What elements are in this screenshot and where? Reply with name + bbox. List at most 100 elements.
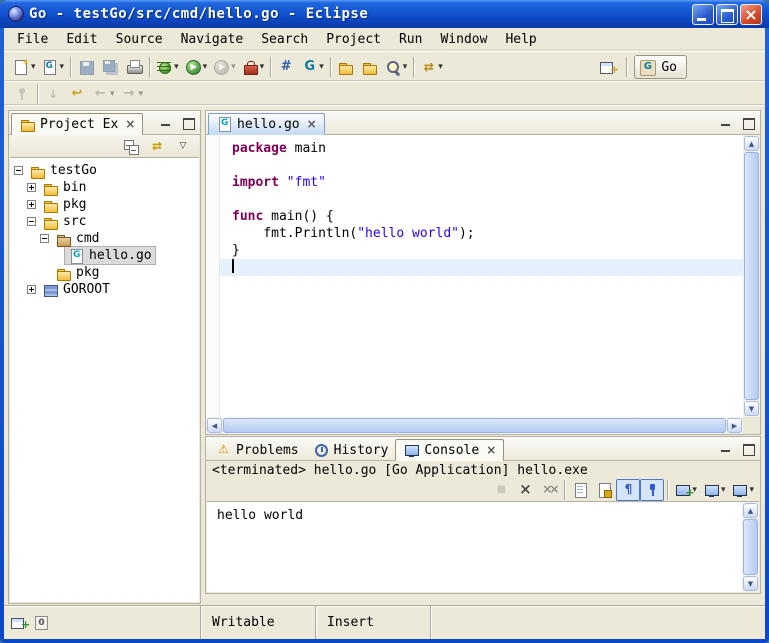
- tree-item[interactable]: pkg: [52, 264, 102, 281]
- tree-expander-icon[interactable]: [27, 285, 36, 294]
- menu-help[interactable]: Help: [496, 29, 545, 50]
- dropdown-arrow-icon[interactable]: ▾: [139, 89, 144, 99]
- dropdown-arrow-icon[interactable]: ▾: [403, 62, 408, 72]
- scroll-lock-button[interactable]: [592, 479, 616, 501]
- scrollbar-thumb[interactable]: [744, 152, 759, 400]
- dropdown-arrow-icon[interactable]: ▾: [31, 62, 36, 72]
- fast-view-icon[interactable]: [10, 615, 27, 631]
- code-line[interactable]: package main: [220, 140, 743, 157]
- tree-row[interactable]: src: [10, 213, 199, 230]
- menu-search[interactable]: Search: [252, 29, 317, 50]
- dropdown-arrow-icon[interactable]: ▾: [231, 62, 236, 72]
- minimize-console-button[interactable]: [716, 441, 735, 456]
- tab-problems[interactable]: Problems: [208, 439, 306, 461]
- back-button[interactable]: ▾: [89, 83, 118, 105]
- new-go-app-button[interactable]: [274, 56, 298, 78]
- tree-item[interactable]: hello.go: [65, 247, 155, 264]
- tree-item[interactable]: src: [39, 213, 89, 230]
- code-line[interactable]: import "fmt": [220, 174, 743, 191]
- menu-project[interactable]: Project: [317, 29, 390, 50]
- go-perspective-button[interactable]: Go: [634, 55, 687, 79]
- maximize-editor-button[interactable]: [738, 115, 757, 130]
- editor-body[interactable]: package mainimport "fmt"func main() { fm…: [206, 135, 760, 434]
- go-wizard-button[interactable]: ▾: [298, 56, 327, 78]
- new-console-view-button[interactable]: ▾: [728, 479, 757, 501]
- last-edit-location-button[interactable]: [65, 83, 89, 105]
- tree-expander-icon[interactable]: [40, 234, 49, 243]
- tree-item[interactable]: cmd: [52, 230, 102, 247]
- remove-all-button[interactable]: [537, 479, 561, 501]
- editor-horizontal-scrollbar[interactable]: [206, 417, 743, 434]
- menu-navigate[interactable]: Navigate: [172, 29, 253, 50]
- new-wizard-button[interactable]: ▾: [10, 56, 39, 78]
- code-line[interactable]: fmt.Println("hello world");: [220, 225, 743, 242]
- menu-edit[interactable]: Edit: [57, 29, 106, 50]
- dropdown-arrow-icon[interactable]: ▾: [110, 89, 115, 99]
- console-vertical-scrollbar[interactable]: [742, 502, 759, 592]
- tab-history[interactable]: History: [306, 439, 396, 461]
- open-folder-button[interactable]: [358, 56, 382, 78]
- title-bar[interactable]: Go - testGo/src/cmd/hello.go - Eclipse: [0, 0, 769, 28]
- maximize-console-button[interactable]: [738, 441, 757, 456]
- remove-launch-button[interactable]: [513, 479, 537, 501]
- minimize-view-button[interactable]: [156, 115, 175, 130]
- open-console-button[interactable]: ▾: [671, 479, 700, 501]
- code-line[interactable]: }: [220, 242, 743, 259]
- dropdown-arrow-icon[interactable]: ▾: [721, 485, 726, 495]
- scroll-down-icon[interactable]: [744, 401, 759, 416]
- clear-console-button[interactable]: [568, 479, 592, 501]
- dropdown-arrow-icon[interactable]: ▾: [319, 62, 324, 72]
- forward-button[interactable]: ▾: [118, 83, 147, 105]
- dropdown-arrow-icon[interactable]: ▾: [749, 485, 754, 495]
- collapse-all-button[interactable]: [119, 135, 143, 157]
- menu-file[interactable]: File: [8, 29, 57, 50]
- dropdown-arrow-icon[interactable]: ▾: [203, 62, 208, 72]
- maximize-window-button[interactable]: [716, 4, 738, 25]
- code-area[interactable]: package mainimport "fmt"func main() { fm…: [220, 135, 743, 417]
- tab-console[interactable]: Console×: [395, 439, 504, 461]
- tree-expander-icon[interactable]: [27, 183, 36, 192]
- dropdown-arrow-icon[interactable]: ▾: [174, 62, 179, 72]
- run-last-button[interactable]: ▾: [210, 56, 239, 78]
- tree-item[interactable]: GOROOT: [39, 281, 113, 298]
- tree-row[interactable]: testGo: [10, 162, 199, 179]
- open-perspective-button[interactable]: [595, 56, 619, 78]
- close-tab-icon[interactable]: ×: [486, 444, 496, 456]
- tree-row[interactable]: pkg: [10, 264, 199, 281]
- tree-expander-icon[interactable]: [14, 166, 23, 175]
- menu-window[interactable]: Window: [431, 29, 496, 50]
- save-button[interactable]: [74, 56, 98, 78]
- tree-row[interactable]: GOROOT: [10, 281, 199, 298]
- tree-expander-icon[interactable]: [27, 217, 36, 226]
- tree-item[interactable]: bin: [39, 179, 89, 196]
- tree-item[interactable]: testGo: [26, 162, 100, 179]
- code-line[interactable]: [220, 191, 743, 208]
- scroll-right-icon[interactable]: [727, 418, 742, 433]
- tab-hello-go[interactable]: hello.go ×: [208, 113, 325, 135]
- debug-button[interactable]: ▾: [153, 56, 182, 78]
- tree-row[interactable]: cmd: [10, 230, 199, 247]
- scroll-down-icon[interactable]: [743, 576, 758, 591]
- word-wrap-button[interactable]: [616, 479, 640, 501]
- run-button[interactable]: ▾: [182, 56, 211, 78]
- minimize-window-button[interactable]: [692, 4, 714, 25]
- link-with-editor-button[interactable]: [145, 135, 169, 157]
- scrollbar-thumb[interactable]: [743, 519, 758, 575]
- annotation-ruler[interactable]: [206, 135, 220, 417]
- next-annotation-button[interactable]: [41, 83, 65, 105]
- dropdown-arrow-icon[interactable]: ▾: [438, 62, 443, 72]
- minimize-editor-button[interactable]: [716, 115, 735, 130]
- close-window-button[interactable]: [740, 4, 762, 25]
- scroll-up-icon[interactable]: [743, 503, 758, 518]
- code-line[interactable]: [220, 157, 743, 174]
- tree-row[interactable]: hello.go: [10, 247, 199, 264]
- new-go-element-button[interactable]: ▾: [39, 56, 68, 78]
- editor-vertical-scrollbar[interactable]: [743, 135, 760, 417]
- dropdown-arrow-icon[interactable]: ▾: [260, 62, 265, 72]
- tab-project-explorer[interactable]: Project Ex ×: [11, 113, 143, 135]
- tree-row[interactable]: bin: [10, 179, 199, 196]
- search-button[interactable]: ▾: [382, 56, 411, 78]
- terminate-button[interactable]: [489, 479, 513, 501]
- scroll-up-icon[interactable]: [744, 136, 759, 151]
- scroll-left-icon[interactable]: [207, 418, 222, 433]
